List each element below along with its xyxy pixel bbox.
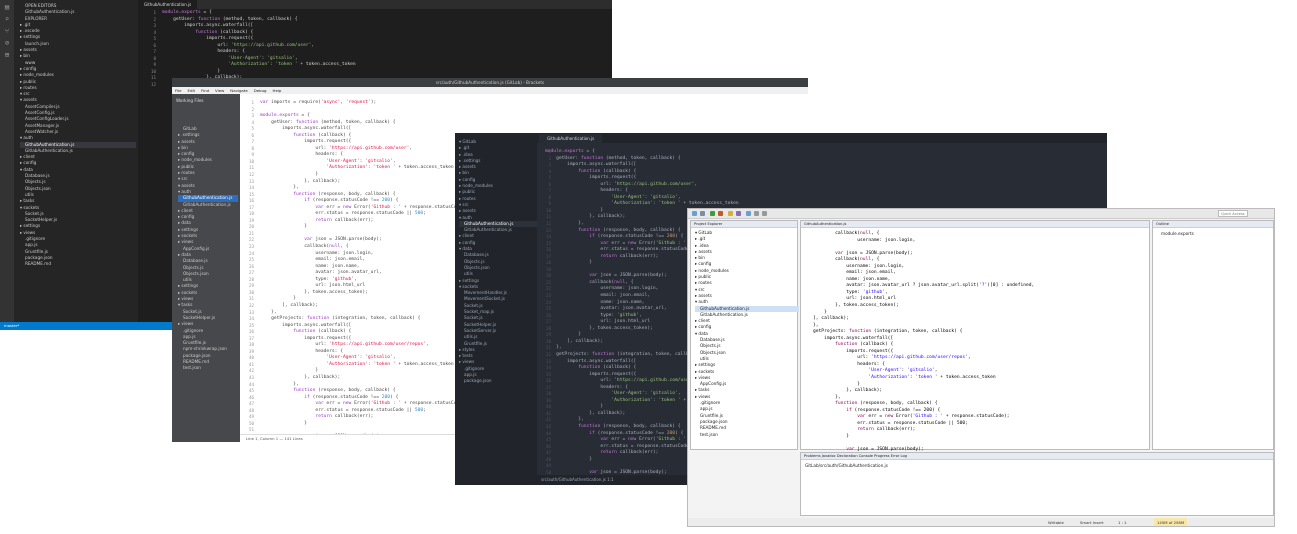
search-icon[interactable]: ⌕ <box>3 15 11 23</box>
code-line: avatar: json.avatar_url ? json.avatar_ur… <box>813 283 1035 289</box>
status-insert-mode: Smart Insert <box>1080 520 1104 525</box>
eclipse-window: Quick Access Project Explorer ▾ GitLab ▸ … <box>687 208 1275 527</box>
project-explorer: Project Explorer ▾ GitLab ▸ .git ▸ .idea ▸ … <box>690 220 799 450</box>
file-tree: ▾ GitLab ▸ .git ▸ .idea ▸ .settings ▸ assets… <box>459 139 537 385</box>
line-numbers: 1 2 3 4 5 6 7 8 9 10 11 12 <box>142 10 156 89</box>
menu-navigate[interactable]: Navigate <box>230 88 247 93</box>
toolbar: Quick Access <box>688 209 1274 219</box>
project-sidebar: Working Files GitLab ▸ .settings ▸ assets ▸… <box>172 94 240 442</box>
menu-help[interactable]: Help <box>273 88 282 93</box>
window-title: src/auth/GithubAuthentication.js (GitLab… <box>172 78 808 87</box>
tree-file[interactable]: README.md <box>20 261 136 267</box>
menu-bar: File Edit Find View Navigate Debug Help <box>172 87 808 94</box>
new-icon[interactable] <box>692 211 697 216</box>
extensions-icon[interactable]: ⊞ <box>3 51 11 59</box>
activity-bar: ▤ ⌕ ⑂ ⊘ ⊞ <box>0 0 14 322</box>
back-icon[interactable] <box>754 211 759 216</box>
save-icon[interactable] <box>700 211 705 216</box>
quick-access-input[interactable]: Quick Access <box>1218 210 1248 217</box>
tree-view: ▾ GitLab ▸ .git ▸ .idea ▸ .settings ▸ assets… <box>455 133 537 475</box>
working-files-label: Working Files <box>176 98 204 103</box>
console-tabs[interactable]: Problems Javadoc Declaration Console Pro… <box>801 453 1273 460</box>
file-tree: ▾ GitLab ▸ .git ▸ .idea ▸ assets ▸ bin ▸ conf… <box>695 230 799 438</box>
code-editor[interactable]: module.exports = { getUser: function (me… <box>162 10 356 89</box>
tab-outline[interactable]: Outline <box>1153 221 1273 228</box>
outline-view: Outline module.exports <box>1152 220 1274 450</box>
status-heap[interactable]: 145M of 256M <box>1154 518 1188 526</box>
menu-view[interactable]: View <box>215 88 224 93</box>
code-line: var err = new Error('Github : ' + respon… <box>315 401 468 407</box>
line-number: 12 <box>150 82 156 88</box>
tree-file[interactable]: GithubAuthentication.js <box>178 195 238 202</box>
code-editor[interactable]: var imports = require('async', 'request'… <box>260 100 468 442</box>
tree-file[interactable]: GitlabAuthentication.js <box>178 202 238 208</box>
menu-edit[interactable]: Edit <box>188 88 196 93</box>
source-control-icon[interactable]: ⑂ <box>3 27 11 35</box>
forward-icon[interactable] <box>762 211 767 216</box>
console-text: GitLab/src/auth/GithubAuthentication.js <box>805 463 888 468</box>
open-type-icon[interactable] <box>746 211 751 216</box>
menu-debug[interactable]: Debug <box>254 88 267 93</box>
tab-githubauthentication[interactable]: GithubAuthentication.js <box>801 221 1149 228</box>
line-numbers: 1 2 3 4 5 6 7 8 9 10 11 12 13 14 15 16 17 18 19 20 21 22 23 24 2… <box>240 100 254 442</box>
tab-githubauthentication[interactable]: GithubAuthentication.js <box>138 0 198 9</box>
package-icon[interactable] <box>736 211 741 216</box>
tab-githubauthentication[interactable]: GithubAuthentication.js <box>539 134 603 143</box>
explorer-sidebar: OPEN EDITORS GithubAuthentication.js EXPLO… <box>14 0 138 322</box>
console-view: Problems Javadoc Declaration Console Pro… <box>800 452 1274 516</box>
status-bar: Writable Smart Insert 1 : 1 145M of 256M <box>688 518 1274 526</box>
status-cursor: 1 : 1 <box>1118 520 1127 525</box>
file-tree: OPEN EDITORS GithubAuthentication.js EXPLO… <box>20 3 136 267</box>
outline-item[interactable]: module.exports <box>1161 231 1194 236</box>
tab-project-explorer[interactable]: Project Explorer <box>691 221 797 228</box>
status-writable: Writable <box>1048 520 1064 525</box>
menu-find[interactable]: Find <box>201 88 209 93</box>
editor-pane: GithubAuthentication.js callback(null, {… <box>800 220 1150 511</box>
menu-file[interactable]: File <box>175 88 182 93</box>
tree-file[interactable]: test.json <box>695 432 799 438</box>
editor-tabs: GithubAuthentication.js <box>138 0 612 9</box>
code-line: 'Authorization': 'token ' + token.access… <box>611 201 739 207</box>
file-tree: GitLab ▸ .settings ▸ assets ▸ bin ▸ config ▸ … <box>178 126 238 372</box>
editor-tabs: GithubAuthentication.js <box>537 133 1107 143</box>
files-icon[interactable]: ▤ <box>3 3 11 11</box>
tree-file[interactable]: package.json <box>459 378 537 384</box>
search-icon[interactable] <box>728 211 733 216</box>
code-line: 'Authorization': 'token ' + token.access… <box>228 62 356 68</box>
debug-icon[interactable]: ⊘ <box>3 39 11 47</box>
tree-file[interactable]: test.json <box>178 365 238 371</box>
code-line: var err = new Error('Github : ' + respon… <box>857 414 1010 420</box>
debug-icon[interactable] <box>718 211 723 216</box>
run-icon[interactable] <box>710 211 715 216</box>
